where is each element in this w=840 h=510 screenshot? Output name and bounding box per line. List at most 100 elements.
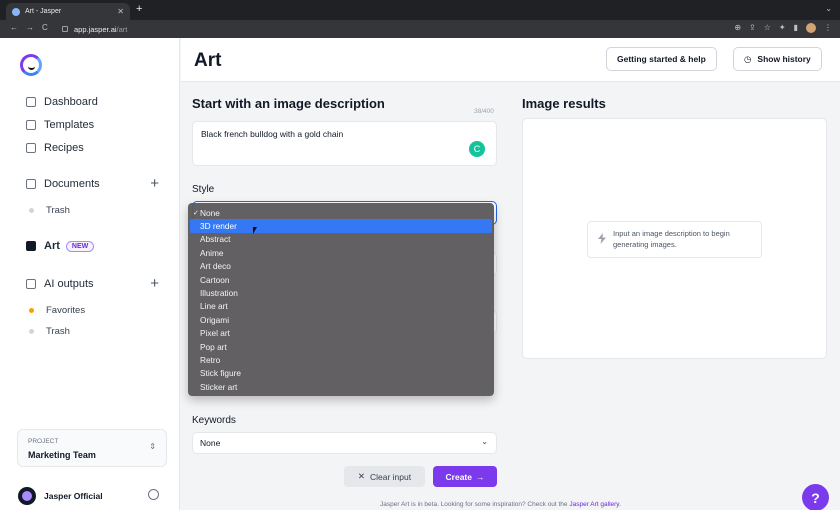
- show-history-button[interactable]: ◷ Show history: [733, 47, 822, 71]
- project-label: PROJECT: [28, 438, 59, 445]
- image-icon: [26, 241, 36, 251]
- project-name: Marketing Team: [28, 450, 96, 460]
- create-label: Create: [445, 471, 472, 482]
- description-input[interactable]: Black french bulldog with a gold chain: [192, 121, 497, 166]
- style-dropdown[interactable]: None 3D render Abstract Anime Art deco C…: [188, 203, 494, 396]
- bullet-icon: [29, 329, 34, 334]
- user-profile[interactable]: Jasper Official: [18, 487, 103, 505]
- mouse-cursor-icon: [253, 227, 257, 234]
- user-name: Jasper Official: [44, 491, 103, 501]
- sidebar-item-templates[interactable]: Templates: [26, 119, 94, 131]
- art-gallery-link[interactable]: Jasper Art gallery.: [569, 501, 621, 508]
- sidebar-item-label: Art: [44, 240, 60, 252]
- sidebar-item-favorites[interactable]: Favorites: [26, 305, 85, 316]
- zoom-icon[interactable]: ⊕: [734, 23, 741, 33]
- lock-icon: [62, 26, 68, 32]
- sidebar-item-outputs-trash[interactable]: Trash: [26, 326, 70, 337]
- style-option[interactable]: Illustration: [190, 286, 492, 299]
- browser-extensions: ⊕ ⇪ ☆ ✦ ▮ ⋮: [734, 23, 832, 33]
- keywords-value: None: [200, 438, 221, 448]
- sidebar-item-label: Trash: [46, 205, 70, 216]
- chevron-down-icon: ⌄: [481, 437, 488, 446]
- close-tab-icon[interactable]: ✕: [117, 7, 124, 16]
- jasper-favicon-icon: [12, 7, 20, 16]
- url-path: /art: [116, 24, 128, 34]
- style-option[interactable]: Cartoon: [190, 273, 492, 286]
- grid-icon: [26, 120, 36, 130]
- sidebar-item-dashboard[interactable]: Dashboard: [26, 96, 98, 108]
- style-option[interactable]: Origami: [190, 313, 492, 326]
- nav-buttons[interactable]: ←→C: [10, 23, 56, 32]
- style-option[interactable]: Stick figure: [190, 367, 492, 380]
- results-title: Image results: [522, 96, 606, 111]
- avatar: [18, 487, 36, 505]
- clear-input-label: Clear input: [370, 471, 412, 482]
- close-icon: ✕: [357, 471, 365, 481]
- browser-menu-icon[interactable]: ⋮: [824, 23, 832, 33]
- sidebar-item-label: AI outputs: [44, 278, 94, 290]
- browser-tab-bar: Art - Jasper ✕ + ⌄: [0, 0, 840, 20]
- style-option[interactable]: Art deco: [190, 260, 492, 273]
- sidebar-item-documents-trash[interactable]: Trash: [26, 205, 70, 216]
- arrow-right-icon: →: [475, 471, 485, 482]
- page-title: Art: [194, 50, 222, 71]
- new-tab-icon[interactable]: +: [136, 3, 142, 15]
- gear-icon[interactable]: [148, 489, 159, 500]
- char-counter: 38/400: [474, 108, 494, 115]
- style-option[interactable]: None: [190, 206, 492, 219]
- document-icon: [26, 179, 36, 189]
- beta-note-text: Jasper Art is in beta. Looking for some …: [380, 501, 568, 508]
- sidepanel-icon[interactable]: ▮: [794, 23, 798, 33]
- style-option[interactable]: Line art: [190, 300, 492, 313]
- sidebar-item-label: Recipes: [44, 142, 84, 154]
- getting-started-button[interactable]: Getting started & help: [606, 47, 717, 71]
- style-option[interactable]: Anime: [190, 246, 492, 259]
- style-option[interactable]: Pop art: [190, 340, 492, 353]
- bookmark-star-icon[interactable]: ☆: [764, 23, 771, 33]
- style-option[interactable]: Pixel art: [190, 327, 492, 340]
- keywords-select[interactable]: None ⌄: [192, 432, 497, 454]
- style-option[interactable]: Retro: [190, 353, 492, 366]
- jasper-logo-icon[interactable]: [20, 54, 42, 76]
- browser-tab[interactable]: Art - Jasper ✕: [6, 3, 130, 20]
- empty-results-hint: Input an image description to begin gene…: [587, 221, 762, 258]
- sidebar-item-label: Templates: [44, 119, 95, 131]
- chevron-updown-icon: ⇕: [149, 442, 156, 451]
- extensions-puzzle-icon[interactable]: ✦: [779, 23, 786, 33]
- style-option[interactable]: Abstract: [190, 233, 492, 246]
- sidebar-item-label: Documents: [44, 178, 100, 190]
- show-history-label: Show history: [757, 54, 811, 64]
- help-button[interactable]: ?: [802, 484, 829, 510]
- share-icon[interactable]: ⇪: [749, 23, 756, 33]
- sidebar-item-ai-outputs[interactable]: AI outputs: [26, 278, 94, 290]
- clear-input-button[interactable]: ✕ Clear input: [344, 466, 425, 487]
- clock-icon: ◷: [744, 53, 752, 64]
- new-badge: NEW: [65, 240, 95, 252]
- add-output-icon[interactable]: +: [150, 275, 159, 292]
- empty-hint-text: Input an image description to begin gene…: [613, 229, 730, 249]
- add-document-icon[interactable]: +: [150, 175, 159, 192]
- beta-note: Jasper Art is in beta. Looking for some …: [380, 501, 621, 508]
- keywords-label: Keywords: [192, 415, 236, 426]
- lightning-icon: [598, 233, 606, 244]
- tab-title: Art - Jasper: [25, 8, 62, 15]
- create-button[interactable]: Create →: [433, 466, 497, 487]
- sidebar-item-label: Dashboard: [44, 96, 98, 108]
- sidebar-item-label: Trash: [46, 326, 70, 337]
- bullet-icon: [29, 308, 34, 313]
- tab-search-icon[interactable]: ⌄: [825, 4, 832, 13]
- style-option[interactable]: 3D render: [190, 219, 492, 233]
- grammarly-icon[interactable]: C: [469, 141, 485, 157]
- recipe-icon: [26, 143, 36, 153]
- sidebar-item-label: Favorites: [46, 305, 86, 316]
- style-option[interactable]: Sticker art: [190, 380, 492, 393]
- sidebar-item-art[interactable]: Art NEW: [26, 240, 95, 252]
- page-header: Art Getting started & help ◷ Show histor…: [181, 38, 840, 82]
- inbox-icon: [26, 279, 36, 289]
- sidebar-item-documents[interactable]: Documents: [26, 178, 100, 190]
- sidebar-item-recipes[interactable]: Recipes: [26, 142, 84, 154]
- project-selector[interactable]: PROJECT Marketing Team ⇕: [17, 429, 167, 467]
- description-title: Start with an image description: [192, 96, 385, 111]
- url-field[interactable]: app.jasper.ai/art: [62, 23, 802, 35]
- profile-avatar-icon[interactable]: [806, 23, 816, 33]
